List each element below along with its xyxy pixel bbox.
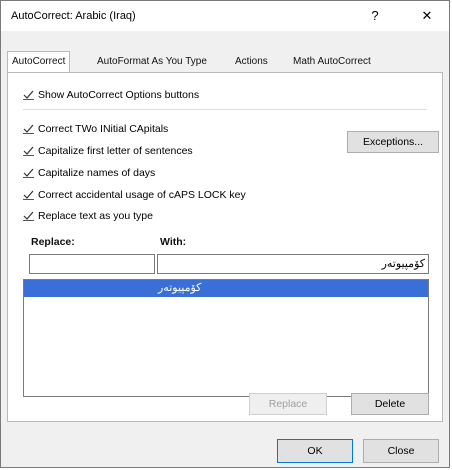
checkbox-checked-icon [23, 145, 34, 156]
checkbox-checked-icon [23, 167, 34, 178]
ok-button[interactable]: OK [277, 439, 353, 463]
exceptions-button[interactable]: Exceptions... [347, 131, 439, 153]
correct-two-initial-label: Correct TWo INitial CApitals [38, 123, 169, 135]
tab-actions[interactable]: Actions [231, 53, 272, 71]
replace-input[interactable] [29, 254, 155, 274]
with-label: With: [160, 236, 187, 248]
correct-caps-lock-label: Correct accidental usage of cAPS LOCK ke… [38, 189, 246, 201]
separator [23, 109, 427, 110]
show-autocorrect-options-checkbox[interactable]: Show AutoCorrect Options buttons [23, 87, 199, 103]
tab-math-autocorrect[interactable]: Math AutoCorrect [289, 53, 375, 71]
close-button[interactable]: Close [363, 439, 439, 463]
capitalize-first-letter-label: Capitalize first letter of sentences [38, 145, 193, 157]
checkbox-checked-icon [23, 210, 34, 221]
replace-button[interactable]: Replace [249, 393, 327, 415]
replace-as-you-type-checkbox[interactable]: Replace text as you type [23, 208, 153, 224]
capitalize-days-label: Capitalize names of days [38, 167, 156, 179]
close-window-button[interactable]: ✕ [411, 5, 443, 27]
correct-caps-lock-checkbox[interactable]: Correct accidental usage of cAPS LOCK ke… [23, 187, 246, 203]
replace-as-you-type-label: Replace text as you type [38, 210, 153, 222]
replace-label: Replace: [31, 236, 75, 248]
show-autocorrect-options-label: Show AutoCorrect Options buttons [38, 89, 200, 101]
tab-autocorrect[interactable]: AutoCorrect [7, 51, 71, 72]
replacement-list[interactable]: كۆمپیوتەر [23, 279, 429, 397]
capitalize-first-letter-checkbox[interactable]: Capitalize first letter of sentences [23, 143, 193, 159]
help-button[interactable]: ? [359, 5, 391, 27]
checkbox-checked-icon [23, 189, 34, 200]
correct-two-initial-checkbox[interactable]: Correct TWo INitial CApitals [23, 121, 168, 137]
checkbox-checked-icon [23, 89, 34, 100]
list-item-with: كۆمپیوتەر [158, 282, 202, 294]
capitalize-days-checkbox[interactable]: Capitalize names of days [23, 165, 155, 181]
delete-button[interactable]: Delete [351, 393, 429, 415]
tab-autoformat-as-you-type[interactable]: AutoFormat As You Type [93, 53, 211, 71]
checkbox-checked-icon [23, 123, 34, 134]
list-item[interactable]: كۆمپیوتەر [24, 280, 428, 297]
window-title: AutoCorrect: Arabic (Iraq) [11, 10, 136, 22]
title-bar: AutoCorrect: Arabic (Iraq) ? ✕ [1, 1, 449, 31]
tab-strip: AutoCorrect AutoFormat As You Type Actio… [7, 51, 443, 73]
with-input[interactable]: كۆمپیوتەر [157, 254, 429, 274]
autocorrect-dialog: AutoCorrect: Arabic (Iraq) ? ✕ AutoCorre… [0, 0, 450, 468]
